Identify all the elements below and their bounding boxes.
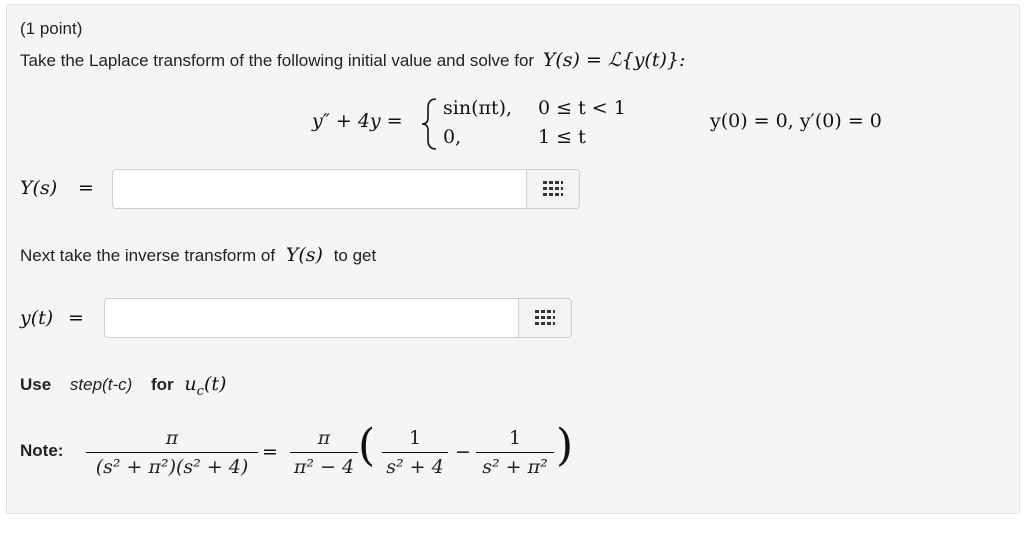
fraction-bar	[476, 452, 554, 453]
answer1-input[interactable]	[112, 169, 528, 209]
note-f4-numerator: 1	[508, 427, 522, 449]
answer1-equation-editor-button[interactable]	[526, 169, 580, 209]
problem-intro: Take the Laplace transform of the follow…	[20, 49, 685, 71]
note-fraction-4: 1 s² + π²	[476, 427, 554, 478]
hint-uc-arg: (t)	[203, 373, 227, 395]
answer2-equals: =	[68, 307, 84, 329]
inverse-text: Next take the inverse transform of	[20, 246, 276, 265]
hint-step: step(t-c)	[69, 375, 133, 394]
answer1-label: Y(s)	[20, 177, 58, 199]
note-f1-numerator: π	[165, 427, 179, 449]
note-fraction-2: π π² − 4	[290, 427, 358, 478]
note-f2-numerator: π	[317, 427, 331, 449]
note-equals: =	[262, 441, 278, 463]
step-hint: Use step(t-c) for uc(t)	[20, 373, 226, 399]
hint-uc-base: u	[184, 373, 197, 395]
answer1-equals: =	[78, 177, 94, 199]
note-f4-denominator: s² + π²	[482, 456, 548, 478]
inverse-math: Y(s)	[285, 244, 323, 266]
hint-uc-sub: c	[196, 383, 204, 399]
answer2-label: y(t)	[20, 307, 54, 329]
hint-for: for	[151, 375, 174, 394]
note-label: Note:	[20, 441, 64, 460]
inverse-instruction: Next take the inverse transform of Y(s) …	[20, 244, 376, 266]
case1-expression: sin(πt),	[443, 97, 513, 119]
intro-text: Take the Laplace transform of the follow…	[20, 51, 535, 70]
case2-expression: 0,	[443, 126, 462, 148]
grid-icon	[535, 310, 555, 325]
answer2-input[interactable]	[104, 298, 520, 338]
left-brace	[421, 98, 437, 150]
fraction-bar	[382, 452, 448, 453]
inverse-suffix: to get	[333, 246, 377, 265]
fraction-bar	[290, 452, 358, 453]
initial-conditions: y(0) = 0, y′(0) = 0	[710, 110, 882, 132]
hint-use: Use	[20, 375, 52, 394]
equation-lhs: y″ + 4y =	[312, 110, 403, 132]
note-f3-denominator: s² + 4	[386, 456, 444, 478]
note-minus: −	[455, 441, 471, 463]
note-f2-denominator: π² − 4	[293, 456, 355, 478]
case1-condition: 0 ≤ t < 1	[538, 97, 626, 119]
note-right-paren: )	[556, 420, 574, 471]
case2-condition: 1 ≤ t	[538, 126, 586, 148]
intro-math: Y(s) = ℒ{y(t)}:	[542, 49, 686, 71]
fraction-bar	[86, 452, 258, 453]
points-label: (1 point)	[20, 19, 83, 38]
note-fraction-1: π (s² + π²)(s² + 4)	[86, 427, 258, 478]
note-f1-denominator: (s² + π²)(s² + 4)	[95, 456, 249, 478]
note-left-paren: (	[358, 420, 376, 471]
answer2-equation-editor-button[interactable]	[518, 298, 572, 338]
note-fraction-3: 1 s² + 4	[382, 427, 448, 478]
grid-icon	[543, 181, 563, 196]
note-f3-numerator: 1	[408, 427, 422, 449]
hint-uc: uc(t)	[184, 373, 227, 399]
